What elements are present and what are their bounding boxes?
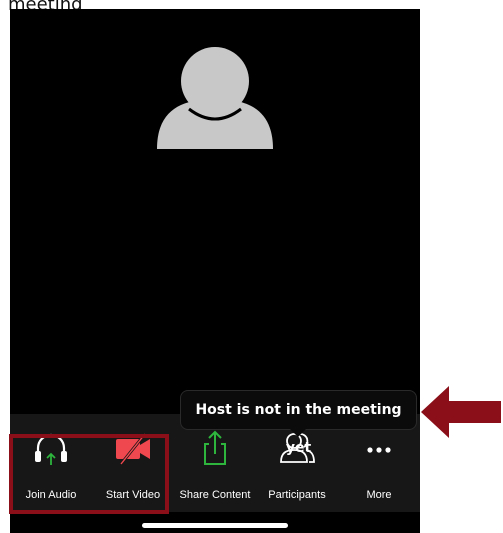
share-icon xyxy=(204,430,226,465)
start-video-button[interactable]: Start Video xyxy=(92,414,174,512)
callout-arrow-icon xyxy=(421,386,501,438)
participants-label: Participants xyxy=(268,489,326,501)
start-video-label: Start Video xyxy=(105,489,161,501)
headphones-icon xyxy=(35,433,67,465)
host-status-tooltip: Host is not in the meeting yet xyxy=(181,391,416,456)
tooltip-tail xyxy=(289,428,307,437)
phone-screen: Join Audio Start Video Share Content Par… xyxy=(10,9,420,533)
avatar-placeholder-icon xyxy=(157,47,273,149)
video-area xyxy=(10,9,420,414)
home-indicator[interactable] xyxy=(142,523,288,528)
join-audio-label: Join Audio xyxy=(25,489,77,501)
tooltip-text: Host is not in the meeting yet xyxy=(195,402,402,456)
more-label: More xyxy=(366,489,392,501)
video-off-icon xyxy=(116,433,150,465)
more-icon xyxy=(367,447,391,453)
share-content-label: Share Content xyxy=(179,489,251,501)
join-audio-button[interactable]: Join Audio xyxy=(10,414,92,512)
